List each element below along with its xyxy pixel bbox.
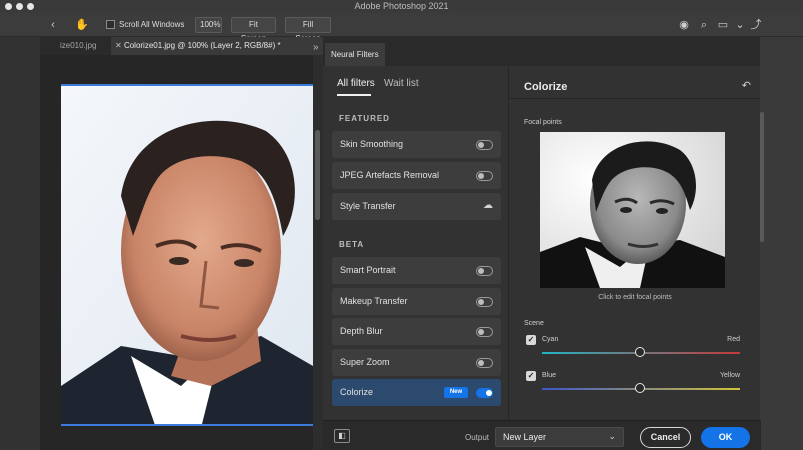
toggle-knob [486,390,492,396]
zoom-100-button[interactable]: 100% [195,17,222,33]
toggle-knob [478,173,484,179]
filter-label: JPEG Artefacts Removal [340,170,440,180]
workspace-chevron-icon[interactable]: ⌄ [732,17,748,33]
app-title: Adobe Photoshop 2021 [354,1,449,11]
document-tab-inactive[interactable]: ize010.jpg [60,37,96,55]
depth-blur-toggle[interactable] [476,327,493,337]
focal-points-preview[interactable] [540,132,725,288]
back-chevron-icon[interactable]: ‹ [45,17,61,33]
blue-yellow-checkbox[interactable]: ✓ [526,371,536,381]
scroll-all-windows-label: Scroll All Windows [119,20,185,29]
cancel-button[interactable]: Cancel [640,427,691,448]
canvas-scrollbar-thumb[interactable] [315,130,320,220]
blue-label: Blue [542,372,557,379]
panel-scrollbar-thumb[interactable] [760,112,764,242]
tab-wait-list[interactable]: Wait list [384,78,419,89]
ok-button[interactable]: OK [701,427,750,448]
panel-scrollbar[interactable] [760,37,803,450]
fit-screen-button[interactable]: Fit Screen [231,17,276,43]
toggle-knob [478,299,484,305]
jpeg-artefacts-toggle[interactable] [476,171,493,181]
scene-label: Scene [524,320,544,327]
output-label: Output [465,433,490,442]
skin-smoothing-toggle[interactable] [476,140,493,150]
scroll-all-windows-checkbox[interactable] [106,20,115,29]
focal-points-label: Focal points [524,119,562,126]
yellow-label: Yellow [720,372,740,379]
filter-label: Style Transfer [340,201,396,211]
document-tab-active-label: Colorize01.jpg @ 100% (Layer 2, RGB/8#) … [123,41,281,50]
preview-caption: Click to edit focal points [598,294,672,301]
neural-filters-footer: ◧ Output New Layer ⌄ Cancel OK [323,420,761,450]
tab-close-icon[interactable]: ✕ [115,41,122,50]
filter-label: Makeup Transfer [340,296,408,306]
filter-colorize[interactable]: Colorize New [332,379,501,406]
filter-label: Smart Portrait [340,265,396,275]
document-tab-active[interactable]: ✕ Colorize01.jpg @ 100% (Layer 2, RGB/8#… [111,37,323,55]
settings-title: Colorize [524,81,568,93]
tab-all-filters[interactable]: All filters [337,78,375,89]
output-value: New Layer [503,432,547,442]
beta-heading: BETA [339,240,365,249]
neural-filters-tabbar: Neural Filters [323,37,761,66]
neural-filters-panel-tab[interactable]: Neural Filters [325,43,385,66]
smart-portrait-toggle[interactable] [476,266,493,276]
toggle-knob [478,360,484,366]
filter-depth-blur[interactable]: Depth Blur [332,318,501,345]
filter-label: Colorize [340,387,374,397]
blue-yellow-slider-thumb[interactable] [635,383,645,393]
canvas-scrollbar[interactable] [313,55,323,450]
chevron-down-icon: ⌄ [608,431,616,441]
cyan-red-slider-thumb[interactable] [635,347,645,357]
toggle-knob [478,329,484,335]
colorize-toggle[interactable] [476,388,493,398]
search-icon[interactable]: ⌕ [696,17,712,33]
toggle-knob [478,268,484,274]
filter-label: Skin Smoothing [340,139,404,149]
filter-label: Super Zoom [340,357,390,367]
active-tab-underline [337,94,371,96]
document-tab-bar: ize010.jpg ✕ Colorize01.jpg @ 100% (Laye… [40,37,323,55]
filter-skin-smoothing[interactable]: Skin Smoothing [332,131,501,158]
collapse-panels-icon[interactable]: » [313,42,319,53]
colorized-portrait-image[interactable] [61,84,313,426]
cyan-label: Cyan [542,336,559,343]
filter-style-transfer[interactable]: Style Transfer ☁ [332,193,501,220]
filter-list: All filters Wait list FEATURED Skin Smoo… [323,66,509,420]
account-icon[interactable]: ◉ [676,17,692,33]
cloud-download-icon[interactable]: ☁ [482,200,494,212]
filter-settings: Colorize ↶ Focal points Click to edit fo… [509,66,761,420]
toggle-knob [478,142,484,148]
share-icon[interactable]: ⤴ [748,17,764,33]
filter-smart-portrait[interactable]: Smart Portrait [332,257,501,284]
options-bar: ‹ ✋ Scroll All Windows 100% Fit Screen F… [0,13,803,43]
filter-jpeg-artefacts-removal[interactable]: JPEG Artefacts Removal [332,162,501,189]
title-bar: Adobe Photoshop 2021 [0,0,803,13]
featured-heading: FEATURED [339,114,390,123]
settings-header: Colorize ↶ [509,66,761,99]
fill-screen-button[interactable]: Fill Screen [285,17,331,43]
filter-makeup-transfer[interactable]: Makeup Transfer [332,288,501,315]
filter-super-zoom[interactable]: Super Zoom [332,349,501,376]
filter-label: Depth Blur [340,326,383,336]
red-label: Red [727,336,740,343]
tools-panel [0,55,40,450]
cyan-red-checkbox[interactable]: ✓ [526,335,536,345]
workspace-icon[interactable]: ▭ [715,17,731,33]
reset-parameters-icon[interactable]: ↶ [742,79,751,92]
show-original-icon[interactable]: ◧ [334,429,350,443]
super-zoom-toggle[interactable] [476,358,493,368]
new-badge: New [444,387,468,398]
output-select[interactable]: New Layer ⌄ [495,427,624,447]
makeup-transfer-toggle[interactable] [476,297,493,307]
hand-tool-icon[interactable]: ✋ [74,17,90,33]
